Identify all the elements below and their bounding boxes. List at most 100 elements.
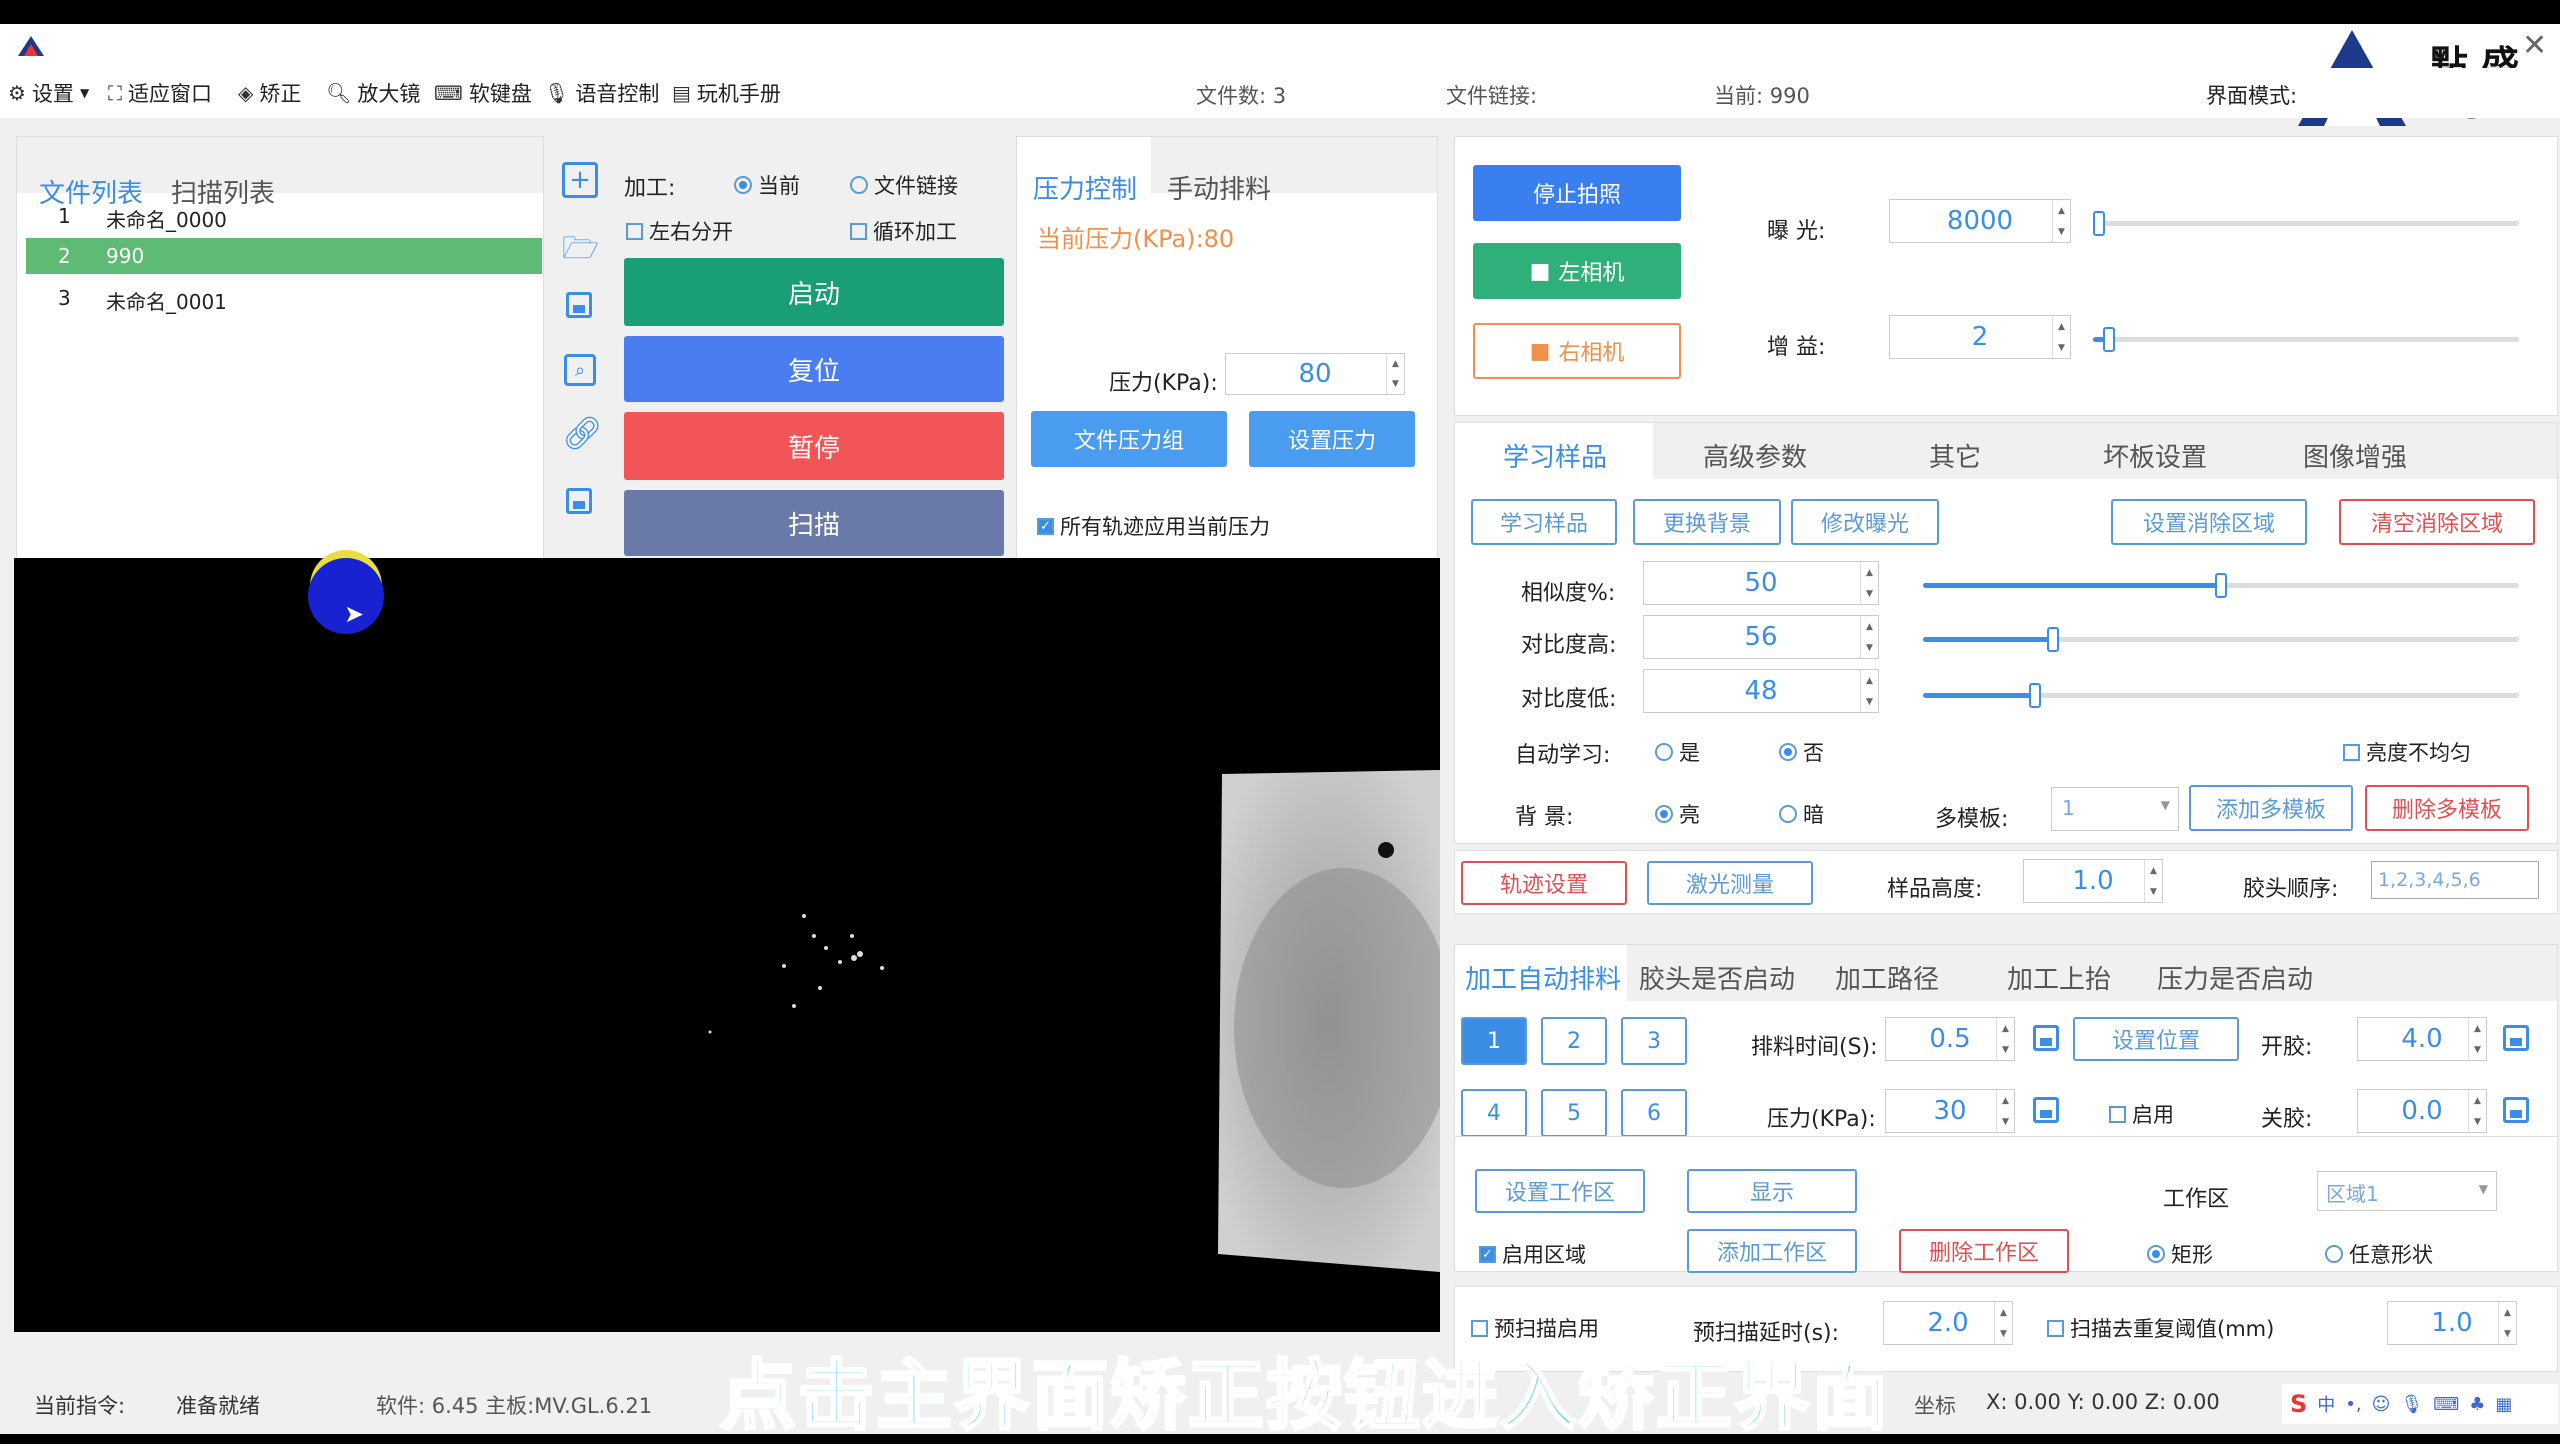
pressure-input[interactable]: 80 ▲ ▼: [1225, 353, 1405, 395]
tab-other[interactable]: 其它: [1929, 437, 1981, 474]
background-dark[interactable]: 暗: [1779, 799, 1824, 829]
auto-pressure-input[interactable]: 30 ▲ ▼: [1885, 1089, 2015, 1133]
save-icon[interactable]: [2503, 1097, 2529, 1123]
stop-capture-button[interactable]: 停止拍照: [1473, 165, 1681, 221]
similarity-input[interactable]: 50 ▲ ▼: [1643, 561, 1879, 605]
delete-work-area-button[interactable]: 删除工作区: [1899, 1229, 2069, 1273]
radio-current[interactable]: 当前: [734, 170, 800, 200]
exposure-input[interactable]: 8000 ▲ ▼: [1889, 199, 2071, 243]
tab-pressure-start[interactable]: 压力是否启动: [2157, 959, 2313, 996]
check-loop[interactable]: 循环加工: [850, 216, 957, 246]
spin-arrows[interactable]: ▲ ▼: [2144, 860, 2162, 902]
tab-process-path[interactable]: 加工路径: [1835, 959, 1939, 996]
tab-manual-discharge[interactable]: 手动排料: [1167, 169, 1271, 206]
delete-multi-template-button[interactable]: 删除多模板: [2365, 785, 2529, 831]
laser-measure-button[interactable]: 激光测量: [1647, 861, 1813, 905]
spin-arrows[interactable]: ▲ ▼: [1996, 1018, 2014, 1060]
left-camera-button[interactable]: ■ 左相机: [1473, 243, 1681, 299]
slider-thumb[interactable]: [2103, 327, 2115, 352]
save-icon[interactable]: [566, 292, 592, 318]
spin-arrows[interactable]: ▲ ▼: [1860, 562, 1878, 604]
gain-slider[interactable]: [2093, 327, 2519, 352]
tab-advanced[interactable]: 高级参数: [1703, 437, 1807, 474]
magnifier-button[interactable]: 🔍︎ 放大镜: [326, 78, 420, 108]
spin-arrows[interactable]: ▲ ▼: [1994, 1302, 2012, 1344]
radio-file-link[interactable]: 文件链接: [850, 170, 958, 200]
open-folder-icon[interactable]: 🗁︎: [562, 226, 600, 266]
similarity-slider[interactable]: [1923, 573, 2519, 598]
head-2-button[interactable]: 2: [1541, 1017, 1607, 1065]
contrast-low-slider[interactable]: [1923, 683, 2519, 708]
spin-arrows[interactable]: ▲ ▼: [2052, 200, 2070, 242]
save-icon[interactable]: [2503, 1025, 2529, 1051]
list-item[interactable]: 3 未命名_0001: [26, 280, 542, 316]
ime-toolbar[interactable]: S 中 •, ☺ 🎙︎ ⌨ ♣ ▦: [2282, 1384, 2558, 1424]
set-pressure-button[interactable]: 设置压力: [1249, 411, 1415, 467]
list-item[interactable]: 1 未命名_0000: [26, 198, 542, 234]
tab-bad-board[interactable]: 坏板设置: [2103, 437, 2207, 474]
open-glue-input[interactable]: 4.0 ▲ ▼: [2357, 1017, 2487, 1061]
track-settings-button[interactable]: 轨迹设置: [1461, 861, 1627, 905]
slider-thumb[interactable]: [2093, 211, 2105, 236]
contrast-low-input[interactable]: 48 ▲ ▼: [1643, 669, 1879, 713]
change-exposure-button[interactable]: 修改曝光: [1791, 499, 1939, 545]
prescan-delay-input[interactable]: 2.0 ▲ ▼: [1883, 1301, 2013, 1345]
tab-auto-discharge[interactable]: 加工自动排料: [1465, 959, 1621, 996]
spin-arrows[interactable]: ▲ ▼: [1860, 670, 1878, 712]
fit-window-button[interactable]: ⛶ 适应窗口: [108, 78, 212, 108]
dedupe-input[interactable]: 1.0 ▲ ▼: [2387, 1301, 2517, 1345]
clear-erase-area-button[interactable]: 清空消除区域: [2339, 499, 2535, 545]
slider-thumb[interactable]: [2215, 573, 2227, 598]
spin-arrows[interactable]: ▲ ▼: [1386, 354, 1404, 394]
head-6-button[interactable]: 6: [1621, 1089, 1687, 1137]
save-icon[interactable]: [2033, 1025, 2059, 1051]
keyboard-button[interactable]: ⌨ 软键盘: [434, 78, 532, 108]
contrast-high-slider[interactable]: [1923, 627, 2519, 652]
scan-button[interactable]: 扫描: [624, 490, 1004, 556]
background-bright[interactable]: 亮: [1655, 799, 1700, 829]
spin-arrows[interactable]: ▲ ▼: [2052, 316, 2070, 358]
manual-button[interactable]: ▤ 玩机手册: [672, 78, 781, 108]
dedupe-check[interactable]: 扫描去重复阈值(mm): [2047, 1313, 2274, 1343]
gain-input[interactable]: 2 ▲ ▼: [1889, 315, 2071, 359]
set-work-area-button[interactable]: 设置工作区: [1475, 1169, 1645, 1213]
tab-glue-head-start[interactable]: 胶头是否启动: [1639, 959, 1795, 996]
link-icon[interactable]: 🔗︎: [562, 414, 603, 452]
camera-view[interactable]: ➤: [14, 558, 1454, 1332]
sample-height-input[interactable]: 1.0 ▲ ▼: [2023, 859, 2163, 903]
voice-control-button[interactable]: 🎙︎ 语音控制: [544, 78, 659, 108]
settings-menu[interactable]: ⚙ 设置 ▼: [8, 78, 89, 108]
start-button[interactable]: 启动: [624, 258, 1004, 326]
head-3-button[interactable]: 3: [1621, 1017, 1687, 1065]
spin-arrows[interactable]: ▲ ▼: [1860, 616, 1878, 658]
list-item-selected[interactable]: 2 990: [26, 238, 542, 274]
show-work-area-button[interactable]: 显示: [1687, 1169, 1857, 1213]
pause-button[interactable]: 暂停: [624, 412, 1004, 480]
change-background-button[interactable]: 更换背景: [1633, 499, 1781, 545]
tab-learn-sample[interactable]: 学习样品: [1503, 437, 1607, 474]
learn-sample-button[interactable]: 学习样品: [1471, 499, 1617, 545]
check-split[interactable]: 左右分开: [626, 216, 733, 246]
head-4-button[interactable]: 4: [1461, 1089, 1527, 1137]
slider-thumb[interactable]: [2029, 683, 2041, 708]
tab-image-enhance[interactable]: 图像增强: [2303, 437, 2407, 474]
apply-all-check[interactable]: ✓ 所有轨迹应用当前压力: [1037, 511, 1270, 541]
contrast-high-input[interactable]: 56 ▲ ▼: [1643, 615, 1879, 659]
auto-learn-no[interactable]: 否: [1779, 737, 1824, 767]
tab-process-lift[interactable]: 加工上抬: [2007, 959, 2111, 996]
add-work-area-button[interactable]: 添加工作区: [1687, 1229, 1857, 1273]
tab-pressure-control[interactable]: 压力控制: [1033, 169, 1137, 206]
shape-any-radio[interactable]: 任意形状: [2325, 1239, 2433, 1269]
work-area-select[interactable]: 区域1 ▼: [2317, 1171, 2497, 1211]
search-file-icon[interactable]: ⌕: [564, 354, 596, 386]
discharge-time-input[interactable]: 0.5 ▲ ▼: [1885, 1017, 2015, 1061]
uneven-brightness-check[interactable]: 亮度不均匀: [2343, 737, 2471, 767]
head-1-button[interactable]: 1: [1461, 1017, 1527, 1065]
set-erase-area-button[interactable]: 设置消除区域: [2111, 499, 2307, 545]
glue-order-input[interactable]: 1,2,3,4,5,6: [2371, 861, 2539, 899]
add-file-icon[interactable]: +: [562, 162, 598, 198]
save-as-icon[interactable]: [566, 488, 592, 514]
spin-arrows[interactable]: ▲ ▼: [2468, 1018, 2486, 1060]
close-glue-input[interactable]: 0.0 ▲ ▼: [2357, 1089, 2487, 1133]
file-pressure-group-button[interactable]: 文件压力组: [1031, 411, 1227, 467]
